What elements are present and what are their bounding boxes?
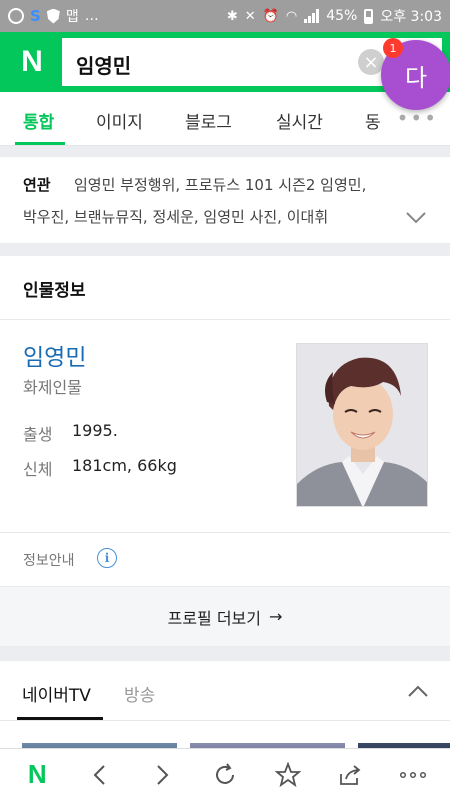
tab-video[interactable]: 동 (365, 108, 381, 133)
notification-label: 맵 (65, 9, 79, 25)
alarm-icon: ⏰ (262, 8, 279, 24)
notification-icon (8, 8, 24, 24)
tab-naver-tv[interactable]: 네이버TV (22, 681, 91, 706)
body-value: 181cm, 66kg (72, 456, 177, 475)
more-notifications: … (84, 8, 99, 24)
naver-home-button[interactable]: N (15, 753, 59, 797)
clear-search-button[interactable]: × (358, 49, 384, 75)
profile-more-button[interactable]: 프로필 더보기 → (0, 587, 450, 646)
more-icon (399, 771, 426, 778)
bookmark-button[interactable] (266, 753, 310, 797)
browser-toolbar: N (0, 748, 450, 800)
refresh-button[interactable] (203, 753, 247, 797)
more-menu-button[interactable] (391, 753, 435, 797)
info-guide-label[interactable]: 정보안내 (23, 550, 75, 570)
shield-icon (46, 8, 60, 24)
related-keywords-line2[interactable]: 박우진, 브랜뉴뮤직, 정세운, 임영민 사진, 이대휘 (23, 206, 393, 227)
mute-icon: ✕ (244, 8, 256, 24)
person-description: 화제인물 (23, 378, 82, 397)
s-app-icon: S (30, 7, 41, 25)
profile-card: 인물정보 임영민 화제인물 출생 1995. 신체 181cm, 66kg 정보… (0, 256, 450, 646)
back-icon (93, 764, 105, 785)
related-label: 연관 (23, 176, 51, 194)
birth-label: 출생 (23, 425, 53, 444)
naver-tv-section: 네이버TV 방송 (0, 661, 450, 763)
profile-more-label: 프로필 더보기 (167, 608, 261, 628)
wifi-icon: ◠ (285, 8, 298, 24)
profile-photo[interactable] (296, 343, 428, 507)
tab-broadcast[interactable]: 방송 (124, 681, 155, 706)
related-searches: 연관 임영민 부정행위, 프로듀스 101 시즌2 임영민, 박우진, 브랜뉴뮤… (0, 157, 450, 243)
active-tab-indicator (15, 142, 65, 145)
status-bar: S 맵 … ✱ ✕ ⏰ ◠ 45% 오후 3:03 (0, 0, 450, 32)
tab-blog[interactable]: 블로그 (185, 108, 232, 133)
signal-icon (304, 9, 320, 23)
birth-value: 1995. (72, 421, 118, 440)
arrow-right-icon: → (269, 607, 283, 626)
forward-icon (157, 764, 169, 785)
naver-logo[interactable]: N (10, 38, 54, 86)
clock: 오후 3:03 (380, 9, 442, 25)
bookmark-star-icon (274, 761, 301, 787)
share-button[interactable] (328, 753, 372, 797)
chevron-down-icon[interactable] (404, 205, 428, 229)
chevron-up-icon[interactable] (406, 679, 430, 703)
refresh-icon (215, 762, 234, 784)
tab-images[interactable]: 이미지 (96, 108, 143, 133)
section-title: 인물정보 (23, 281, 86, 301)
person-name-link[interactable]: 임영민 (23, 338, 86, 372)
back-button[interactable] (78, 753, 122, 797)
forward-button[interactable] (140, 753, 184, 797)
tab-all[interactable]: 통합 (23, 108, 54, 133)
close-icon: × (363, 51, 379, 73)
info-icon[interactable]: i (97, 548, 117, 568)
search-tabs: 통합 이미지 블로그 실시간 동 ••• (0, 92, 450, 146)
search-query[interactable]: 임영민 (76, 50, 131, 79)
body-label: 신체 (23, 460, 53, 479)
notification-badge: 1 (383, 38, 403, 58)
tab-realtime[interactable]: 실시간 (276, 108, 323, 133)
battery-icon (364, 8, 374, 24)
battery-percent: 45% (326, 8, 358, 24)
related-keywords-line1[interactable]: 임영민 부정행위, 프로듀스 101 시즌2 임영민, (74, 174, 366, 195)
bluetooth-icon: ✱ (226, 8, 238, 24)
active-tab-indicator (17, 717, 103, 720)
share-icon (340, 764, 361, 785)
